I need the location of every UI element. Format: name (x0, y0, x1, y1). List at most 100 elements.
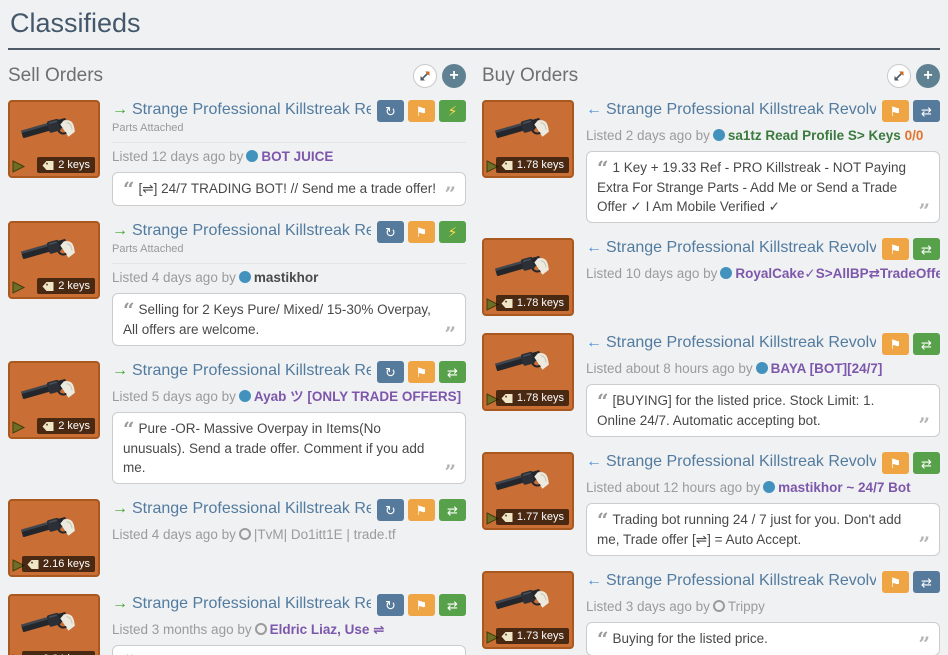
seller-link[interactable]: BAYA [BOT][24/7] (771, 361, 883, 376)
flag-button[interactable]: ⚑ (408, 100, 435, 122)
quote-close-icon: ” (918, 413, 930, 437)
offline-status-dot (712, 600, 725, 612)
trade-offer-button[interactable]: ⇄ (913, 333, 940, 355)
refresh-icon: ↻ (385, 502, 396, 518)
flag-button[interactable]: ⚑ (882, 333, 909, 355)
flag-button[interactable]: ⚑ (408, 221, 435, 243)
item-title-link[interactable]: Strange Professional Killstreak Revolver (132, 101, 371, 118)
seller-link[interactable]: Ayab ツ [ONLY TRADE OFFERS] (254, 389, 461, 404)
item-thumbnail[interactable]: 1.78 keys (482, 238, 574, 316)
revolver-image (494, 346, 552, 383)
refresh-button[interactable]: ↻ (377, 361, 404, 383)
revolver-image (20, 234, 78, 271)
quote-close-icon: ” (444, 182, 456, 206)
trade-offer-button[interactable]: ⇄ (439, 499, 466, 521)
flag-button[interactable]: ⚑ (408, 594, 435, 616)
flag-button[interactable]: ⚑ (408, 499, 435, 521)
trade-offer-button[interactable]: ⇄ (913, 238, 940, 260)
refresh-icon: ↻ (385, 597, 396, 613)
item-title-link[interactable]: Strange Professional Killstreak Revolver (606, 239, 876, 256)
price-tag: 1.73 keys (495, 628, 569, 644)
seller-link[interactable]: Trippy (728, 599, 765, 614)
tag-icon (501, 160, 513, 170)
plus-icon: + (923, 67, 933, 84)
seller-link[interactable]: |TvM| Do1itt1E | trade.tf (254, 527, 396, 542)
quote-open-icon: “ (597, 156, 609, 180)
item-title-link[interactable]: Strange Professional Killstreak Revolver (606, 101, 876, 118)
sell-arrow-icon: → (112, 222, 128, 239)
revolver-image (494, 251, 552, 288)
quote-open-icon: “ (123, 298, 135, 322)
seller-link[interactable]: RoyalCake✓S>AllBP⇄TradeOffer (735, 266, 940, 281)
listed-line: Listed 12 days ago by BOT JUICE (112, 149, 334, 164)
seller-link[interactable]: sa1tz Read Profile S> Keys (728, 128, 901, 143)
expand-arrows-icon (419, 70, 431, 82)
refresh-button[interactable]: ↻ (377, 594, 404, 616)
seller-link[interactable]: BOT JUICE (261, 149, 333, 164)
buy-listing: 1.78 keys ← Strange Professional Killstre… (482, 238, 940, 318)
item-thumbnail[interactable]: 2.16 keys (8, 499, 100, 577)
online-status-dot (712, 129, 725, 141)
item-thumbnail[interactable]: 1.78 keys (482, 333, 574, 411)
trade-arrows-icon: ⇄ (921, 574, 932, 590)
item-title-link[interactable]: Strange Professional Killstreak Revolver (132, 362, 371, 379)
expand-listings-button[interactable] (413, 64, 437, 88)
item-thumbnail[interactable]: 1.73 keys (482, 571, 574, 649)
seller-link[interactable]: mastikhor (254, 270, 319, 285)
buy-arrow-icon: ← (586, 453, 602, 470)
refresh-button[interactable]: ↻ (377, 221, 404, 243)
flag-button[interactable]: ⚑ (882, 100, 909, 122)
item-thumbnail[interactable]: 2 keys (8, 221, 100, 299)
flag-icon: ⚑ (889, 455, 902, 471)
flag-button[interactable]: ⚑ (882, 238, 909, 260)
trade-arrows-icon: ⇄ (921, 241, 932, 257)
tag-icon (42, 160, 54, 170)
item-title-link[interactable]: Strange Professional Killstreak Revolver (606, 334, 876, 351)
add-listing-button[interactable]: + (916, 64, 940, 88)
revolver-image (20, 512, 78, 549)
item-thumbnail[interactable]: 1.77 keys (482, 452, 574, 530)
buy-arrow-icon: ← (586, 239, 602, 256)
trade-offer-button[interactable]: ⇄ (913, 100, 940, 122)
quote-close-icon: ” (918, 199, 930, 223)
trade-offer-button[interactable]: ⇄ (439, 361, 466, 383)
buy-listing: 1.78 keys ← Strange Professional Killstre… (482, 333, 940, 437)
item-title-link[interactable]: Strange Professional Killstreak Revolver (606, 572, 876, 589)
trade-offer-button[interactable]: ⇄ (913, 571, 940, 593)
quote-open-icon: “ (123, 417, 135, 441)
instant-sell-button[interactable]: ⚡ (439, 221, 466, 243)
sell-arrow-icon: → (112, 500, 128, 517)
price-tag: 2 keys (37, 157, 95, 173)
online-status-dot (246, 150, 259, 162)
buy-orders-heading: Buy Orders (482, 65, 579, 86)
seller-link[interactable]: Eldric Liaz, Use ⇌ (270, 622, 385, 637)
refresh-icon: ↻ (385, 364, 396, 380)
flag-button[interactable]: ⚑ (882, 452, 909, 474)
item-title-link[interactable]: Strange Professional Killstreak Revolver (132, 500, 371, 517)
refresh-button[interactable]: ↻ (377, 100, 404, 122)
seller-link[interactable]: mastikhor ~ 24/7 Bot (778, 480, 910, 495)
item-thumbnail[interactable]: 2 keys (8, 361, 100, 439)
flag-button[interactable]: ⚑ (408, 361, 435, 383)
item-title-link[interactable]: Strange Professional Killstreak Revolver (132, 222, 371, 239)
expand-listings-button[interactable] (887, 64, 911, 88)
trade-offer-button[interactable]: ⇄ (439, 594, 466, 616)
buy-arrow-icon: ← (586, 101, 602, 118)
item-thumbnail[interactable]: 1.78 keys (482, 100, 574, 178)
instant-sell-button[interactable]: ⚡ (439, 100, 466, 122)
item-thumbnail[interactable]: 2 keys (8, 100, 100, 178)
item-title-link[interactable]: Strange Professional Killstreak Revolver (606, 453, 876, 470)
sell-listing: 2.24 keys →Strange Professional Killstre… (8, 594, 466, 655)
trade-offer-button[interactable]: ⇄ (913, 452, 940, 474)
flag-icon: ⚑ (415, 364, 428, 380)
online-status-dot (763, 481, 776, 493)
flag-button[interactable]: ⚑ (882, 571, 909, 593)
item-thumbnail[interactable]: 2.24 keys (8, 594, 100, 655)
trade-arrows-icon: ⇄ (921, 455, 932, 471)
item-title-link[interactable]: Strange Professional Killstreak Revolver (132, 595, 371, 612)
online-status-dot (238, 271, 251, 283)
tag-icon (42, 421, 54, 431)
add-listing-button[interactable]: + (442, 64, 466, 88)
refresh-button[interactable]: ↻ (377, 499, 404, 521)
listing-comment: “Selling for 2 Keys Pure/ Mixed/ 15-30% … (112, 293, 466, 346)
